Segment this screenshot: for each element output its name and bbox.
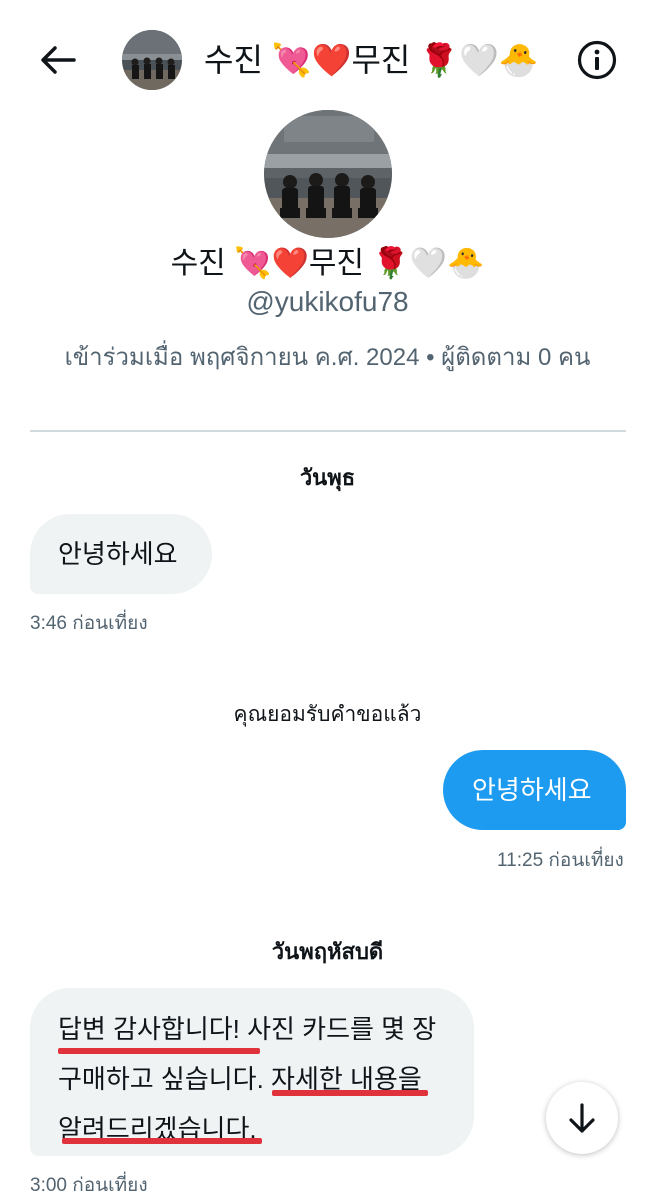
profile-name[interactable]: 수진 💘❤️무진 🌹🤍🐣 — [0, 244, 655, 284]
message-timestamp: 3:46 ก่อนเที่ยง — [30, 613, 148, 634]
message-timestamp: 11:25 ก่อนเที่ยง — [497, 850, 624, 871]
divider — [30, 430, 626, 432]
highlight-underline — [62, 1138, 262, 1144]
message-bubble-incoming[interactable]: 안녕하세요 — [30, 514, 212, 594]
message-text: 안녕하세요 — [58, 539, 178, 569]
message-line-1: 답변 감사합니다! 사진 카드를 몇 장 — [58, 1014, 437, 1044]
profile-avatar[interactable] — [264, 110, 392, 238]
header-title[interactable]: 수진 💘❤️무진 🌹🤍🐣 — [204, 38, 539, 82]
day-label-wednesday: วันพุธ — [299, 465, 356, 490]
info-circle-icon — [577, 40, 617, 80]
message-timestamp: 3:00 ก่อนเที่ยง — [30, 1175, 148, 1196]
highlight-underline — [58, 1048, 260, 1054]
conversation-header: 수진 💘❤️무진 🌹🤍🐣 — [0, 0, 655, 120]
header-avatar[interactable] — [122, 30, 182, 90]
message-bubble-outgoing[interactable]: 안녕하세요 — [443, 750, 626, 830]
back-button[interactable] — [36, 40, 80, 80]
profile-meta: เข้าร่วมเมื่อ พฤศจิกายน ค.ศ. 2024 • ผู้ต… — [64, 344, 591, 371]
arrow-down-icon — [569, 1103, 595, 1133]
message-text: 안녕하세요 — [472, 775, 592, 805]
request-accepted-note: คุณยอมรับคำขอแล้ว — [233, 703, 422, 726]
arrow-left-icon — [41, 46, 76, 74]
info-button[interactable] — [576, 39, 618, 81]
profile-handle[interactable]: @yukikofu78 — [0, 284, 655, 320]
long-message-text: 답변 감사합니다! 사진 카드를 몇 장 구매하고 싶습니다. 자세한 내용을 … — [58, 1004, 468, 1154]
highlight-underline — [272, 1090, 428, 1096]
scroll-to-bottom-button[interactable] — [546, 1082, 618, 1154]
day-label-thursday: วันพฤหัสบดี — [271, 939, 384, 964]
